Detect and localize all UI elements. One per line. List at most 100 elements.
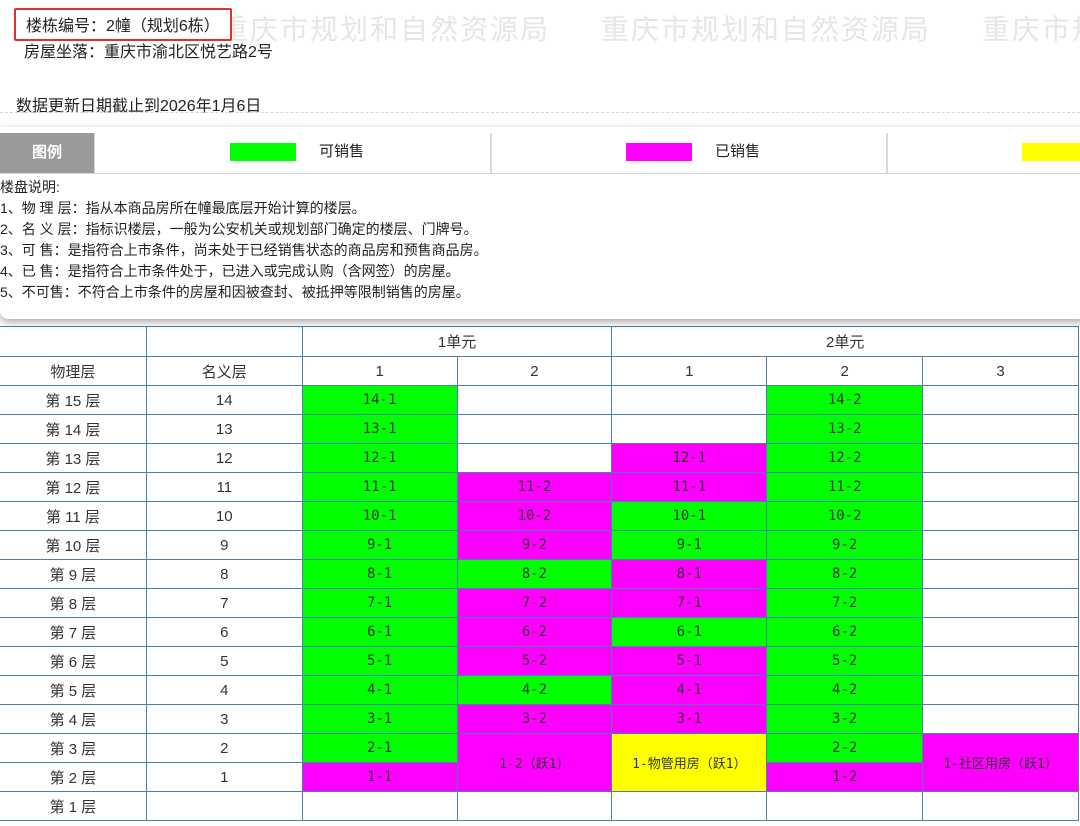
- room-empty: [456, 414, 613, 444]
- table-row: 第 7 层 6 6-1 6-2 6-1 6-2: [0, 617, 1079, 647]
- table-row: 第 6 层 5 5-1 5-2 5-1 5-2: [0, 646, 1079, 676]
- table-row: 第 15 层 14 14-1 14-2: [0, 385, 1079, 415]
- room-available[interactable]: 6-1: [301, 617, 458, 647]
- table-row: 第 9 层 8 8-1 8-2 8-1 8-2: [0, 559, 1079, 589]
- room-sold[interactable]: 5-1: [611, 646, 768, 676]
- room-available[interactable]: 10-1: [301, 501, 458, 531]
- room-available[interactable]: 5-2: [766, 646, 924, 676]
- nominal-floor: 7: [145, 588, 303, 618]
- room-available[interactable]: 9-1: [611, 530, 768, 560]
- room-empty: [922, 559, 1079, 589]
- unit-header: 1单元: [301, 326, 613, 357]
- room-empty: [922, 472, 1079, 502]
- divider: [0, 112, 1080, 113]
- room-sold[interactable]: 1-社区用房（跃1）: [922, 733, 1079, 792]
- room-available[interactable]: 12-2: [766, 443, 924, 473]
- nominal-floor: 5: [145, 646, 303, 676]
- room-empty: [922, 704, 1079, 734]
- room-available[interactable]: 6-1: [611, 617, 768, 647]
- floor-table: 1单元 2单元 物理层 名义层 1 2 1 2 3 第 15 层 14 14-1…: [0, 326, 1079, 821]
- room-sold[interactable]: 7-2: [456, 588, 613, 618]
- legend-label: 已销售: [715, 143, 761, 160]
- physical-floor: 第 13 层: [0, 443, 147, 473]
- watermark: 重庆市规划和自然资源局 重庆市规划和自然资源局 重庆市规划和自然资源局: [220, 8, 1080, 48]
- notes-heading: 楼盘说明:: [0, 179, 60, 195]
- nominal-floor: 9: [145, 530, 303, 560]
- table-row: 第 5 层 4 4-1 4-2 4-1 4-2: [0, 675, 1079, 705]
- building-address: 房屋坐落：重庆市渝北区悦艺路2号: [24, 44, 273, 61]
- room-sold[interactable]: 5-2: [456, 646, 613, 676]
- note-item: 4、已 售：是指符合上市条件处于，已进入或完成认购（含网签）的房屋。: [0, 263, 460, 279]
- room-available[interactable]: 10-2: [766, 501, 924, 531]
- room-available[interactable]: 13-2: [766, 414, 924, 444]
- room-available[interactable]: 6-2: [766, 617, 924, 647]
- nominal-floor: 13: [145, 414, 303, 444]
- room-available[interactable]: 14-1: [301, 385, 458, 415]
- room-sold[interactable]: 9-2: [456, 530, 613, 560]
- room-sold[interactable]: 7-1: [611, 588, 768, 618]
- room-empty: [611, 414, 768, 444]
- room-available[interactable]: 8-2: [766, 559, 924, 589]
- room-sold[interactable]: 8-1: [611, 559, 768, 589]
- room-available[interactable]: 4-2: [456, 675, 613, 705]
- room-available[interactable]: 11-1: [301, 472, 458, 502]
- room-available[interactable]: 10-1: [611, 501, 768, 531]
- note-item: 3、可 售：是指符合上市条件，尚未处于已经销售状态的商品房和预售商品房。: [0, 242, 488, 258]
- room-sold[interactable]: 11-1: [611, 472, 768, 502]
- room-sold[interactable]: 6-2: [456, 617, 613, 647]
- room-empty: [922, 791, 1079, 821]
- room-sold[interactable]: 3-2: [456, 704, 613, 734]
- room-column-header: 1: [611, 356, 768, 386]
- table-row: 第 4 层 3 3-1 3-2 3-1 3-2: [0, 704, 1079, 734]
- nominal-floor: 2: [145, 733, 303, 763]
- room-available[interactable]: 4-1: [301, 675, 458, 705]
- nominal-floor: 1: [145, 762, 303, 792]
- not-for-sale-swatch: [1022, 143, 1080, 161]
- room-sold[interactable]: 1-2: [766, 762, 924, 792]
- room-available[interactable]: 7-2: [766, 588, 924, 618]
- room-available[interactable]: 13-1: [301, 414, 458, 444]
- unit-header-row: 1单元 2单元: [0, 326, 1079, 357]
- room-sold[interactable]: 1-2（跃1）: [456, 733, 613, 792]
- room-sold[interactable]: 4-1: [611, 675, 768, 705]
- room-available[interactable]: 4-2: [766, 675, 924, 705]
- nominal-floor: 11: [145, 472, 303, 502]
- legend-bar: 图例 可销售 已销售: [0, 127, 1080, 174]
- room-available[interactable]: 8-2: [456, 559, 613, 589]
- room-empty: [611, 791, 768, 821]
- room-available[interactable]: 12-1: [301, 443, 458, 473]
- room-sold[interactable]: 1-1: [301, 762, 458, 792]
- room-sold[interactable]: 10-2: [456, 501, 613, 531]
- room-empty: [922, 646, 1079, 676]
- room-empty: [922, 385, 1079, 415]
- legend-item-sold: 已销售: [490, 133, 888, 173]
- room-available[interactable]: 9-2: [766, 530, 924, 560]
- room-available[interactable]: 2-1: [301, 733, 458, 763]
- room-column-header: 2: [456, 356, 613, 386]
- sold-swatch: [626, 143, 692, 161]
- nominal-floor: 10: [145, 501, 303, 531]
- room-available[interactable]: 5-1: [301, 646, 458, 676]
- legend-label: 可销售: [319, 143, 365, 160]
- room-available[interactable]: 8-1: [301, 559, 458, 589]
- table-row: 第 11 层 10 10-1 10-2 10-1 10-2: [0, 501, 1079, 531]
- room-available[interactable]: 11-2: [766, 472, 924, 502]
- table-row: 第 13 层 12 12-1 12-1 12-2: [0, 443, 1079, 473]
- room-sold[interactable]: 12-1: [611, 443, 768, 473]
- room-available[interactable]: 14-2: [766, 385, 924, 415]
- nominal-floor: 4: [145, 675, 303, 705]
- room-not-for-sale[interactable]: 1-物管用房（跃1）: [611, 733, 768, 792]
- table-row: 第 1 层: [0, 791, 1079, 821]
- room-sold[interactable]: 3-1: [611, 704, 768, 734]
- room-available[interactable]: 7-1: [301, 588, 458, 618]
- physical-floor: 第 9 层: [0, 559, 147, 589]
- room-available[interactable]: 9-1: [301, 530, 458, 560]
- notes: 楼盘说明: 1、物 理 层：指从本商品房所在幢最底层开始计算的楼层。 2、名 义…: [0, 177, 488, 303]
- room-sold[interactable]: 11-2: [456, 472, 613, 502]
- physical-floor: 第 1 层: [0, 791, 147, 821]
- empty-header-cell: [145, 326, 303, 357]
- room-available[interactable]: 2-2: [766, 733, 924, 763]
- room-available[interactable]: 3-1: [301, 704, 458, 734]
- room-empty: [456, 443, 613, 473]
- room-available[interactable]: 3-2: [766, 704, 924, 734]
